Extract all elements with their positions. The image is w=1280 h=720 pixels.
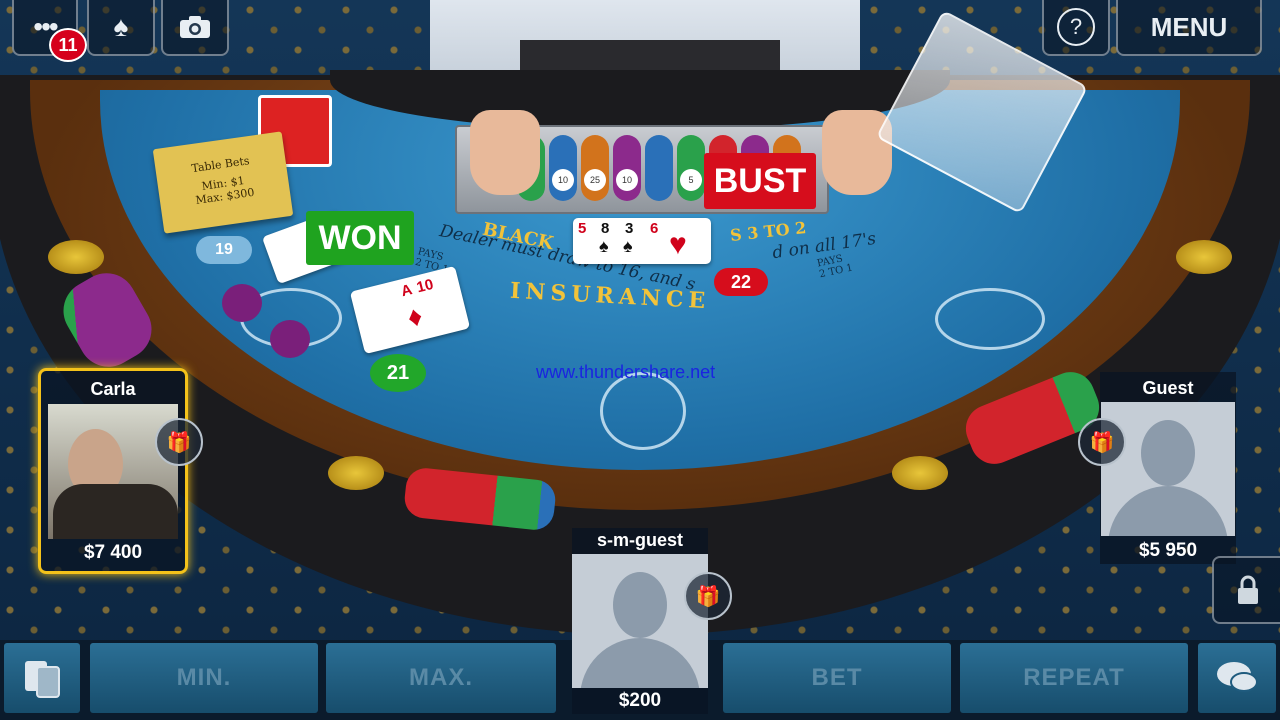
cup-holder — [892, 456, 948, 490]
tray-chip-stack — [645, 135, 673, 201]
tray-chip-stack: 10 — [613, 135, 641, 201]
card-rank: 6 — [650, 220, 659, 237]
tray-chip-label: 10 — [552, 169, 574, 191]
notification-badge: 11 — [49, 28, 87, 62]
avatar-silhouette-head — [613, 572, 667, 638]
help-button[interactable]: ? — [1042, 0, 1110, 56]
gift-icon[interactable]: 🎁 — [684, 572, 732, 620]
hand-score-badge: 21 — [370, 354, 426, 392]
won-flag: WON — [306, 211, 414, 265]
cards-view-button[interactable] — [4, 643, 80, 713]
lock-icon — [1238, 575, 1258, 604]
gift-icon[interactable]: 🎁 — [155, 418, 203, 466]
card-rank: 3 — [625, 220, 634, 237]
card-rank: 8 — [601, 220, 610, 237]
avatar-silhouette-body — [580, 638, 700, 688]
player-panel-s-m-guest[interactable]: s-m-guest $200 — [572, 528, 708, 714]
lock-seat-button[interactable] — [1212, 556, 1280, 624]
player-money: $200 — [618, 690, 662, 711]
help-icon: ? — [1057, 8, 1095, 46]
hand-score-badge: 19 — [196, 236, 252, 264]
card-suit: ♦ — [404, 299, 426, 334]
tray-chip-label: 25 — [584, 169, 606, 191]
card-suit: ♠ — [623, 236, 633, 256]
bet-chip — [222, 284, 262, 322]
player-name: s-m-guest — [596, 530, 683, 550]
card-suit: ♠ — [599, 236, 609, 256]
player-panel-guest[interactable]: Guest $5 950 — [1100, 372, 1236, 564]
tray-chip-label: 10 — [616, 169, 638, 191]
avatar — [48, 404, 178, 539]
max-bet-button[interactable]: MAX. — [326, 643, 556, 713]
camera-icon — [180, 16, 210, 38]
card-rank: 10 — [414, 275, 436, 297]
tray-chip-label: 5 — [680, 169, 702, 191]
tray-chip-stack: 10 — [549, 135, 577, 201]
min-bet-button[interactable]: MIN. — [90, 643, 318, 713]
avatar-silhouette-head — [1141, 420, 1195, 486]
avatar — [572, 554, 708, 688]
spade-chip-icon: ♠ — [113, 11, 129, 42]
player-name: Carla — [90, 379, 136, 399]
menu-button[interactable]: MENU — [1116, 0, 1262, 56]
camera-button[interactable] — [161, 0, 229, 56]
player-panel-carla[interactable]: Carla $7 400 — [38, 368, 188, 574]
cup-holder — [1176, 240, 1232, 274]
card-rank: 5 — [578, 220, 587, 237]
tray-chip-stack: 25 — [581, 135, 609, 201]
table-bets-sign: Table Bets Min: $1 Max: $300 — [152, 131, 294, 234]
bet-chip — [270, 320, 310, 358]
card-suit: ♥ — [669, 228, 687, 261]
chat-icon — [1217, 662, 1258, 692]
cards-icon — [25, 661, 60, 698]
player-money: $7 400 — [83, 542, 143, 563]
bet-button[interactable]: BET — [723, 643, 951, 713]
bet-spot-center[interactable] — [600, 372, 686, 450]
watermark-text: www.thundershare.net — [536, 362, 716, 382]
dealer-right-hand — [822, 110, 892, 195]
avatar — [1101, 402, 1235, 536]
dealer-cards: 5 8 3 6 ♠ ♠ ♥ — [573, 218, 711, 264]
chat-button[interactable] — [1198, 643, 1276, 713]
chip-button[interactable]: ♠ — [87, 0, 155, 56]
player-name: Guest — [1142, 378, 1194, 398]
card-rank: A — [399, 281, 414, 301]
gift-icon[interactable]: 🎁 — [1078, 418, 1126, 466]
bust-flag: BUST — [704, 153, 816, 209]
avatar-silhouette-body — [1108, 486, 1228, 536]
cup-holder — [328, 456, 384, 490]
dealer-left-hand — [470, 110, 540, 195]
bet-spot-right[interactable] — [935, 288, 1045, 350]
tray-chip-stack: 5 — [677, 135, 705, 201]
repeat-button[interactable]: REPEAT — [960, 643, 1188, 713]
cup-holder — [48, 240, 104, 274]
dealer-score-badge: 22 — [714, 268, 768, 296]
avatar-body — [53, 484, 178, 539]
